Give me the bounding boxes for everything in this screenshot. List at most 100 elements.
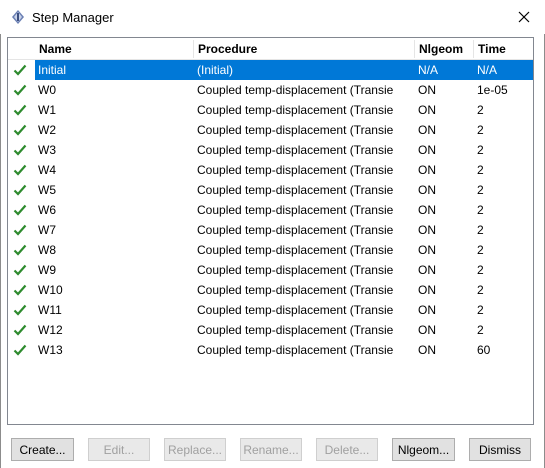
cell-time: 2 — [477, 263, 484, 277]
cell-time: 2 — [477, 163, 484, 177]
cell-procedure: Coupled temp-displacement (Transie — [197, 143, 394, 157]
row-cells: W6 Coupled temp-displacement (Transie ON 2 — [35, 200, 533, 220]
row-cells: Initial (Initial) N/A N/A — [35, 60, 533, 80]
table-row[interactable]: W6 Coupled temp-displacement (Transie ON 2 — [8, 200, 533, 220]
table-row[interactable]: W0 Coupled temp-displacement (Transie ON 1e… — [8, 80, 533, 100]
cell-nlgeom: ON — [418, 343, 436, 357]
cell-procedure: Coupled temp-displacement (Transie — [197, 223, 394, 237]
table-row[interactable]: W7 Coupled temp-displacement (Transie ON 2 — [8, 220, 533, 240]
cell-procedure: Coupled temp-displacement (Transie — [197, 303, 394, 317]
cell-procedure: Coupled temp-displacement (Transie — [197, 203, 394, 217]
cell-nlgeom: ON — [418, 123, 436, 137]
table-row[interactable]: W9 Coupled temp-displacement (Transie ON 2 — [8, 260, 533, 280]
cell-name: W10 — [38, 283, 63, 297]
cell-name: W4 — [38, 163, 56, 177]
cell-time: 2 — [477, 203, 484, 217]
table-row[interactable]: W5 Coupled temp-displacement (Transie ON 2 — [8, 180, 533, 200]
table-row[interactable]: W10 Coupled temp-displacement (Transie ON 2 — [8, 280, 533, 300]
table-row[interactable]: W3 Coupled temp-displacement (Transie ON 2 — [8, 140, 533, 160]
cell-time: 60 — [477, 343, 491, 357]
cell-nlgeom: ON — [418, 143, 436, 157]
cell-name: W0 — [38, 83, 56, 97]
cell-procedure: Coupled temp-displacement (Transie — [197, 163, 394, 177]
dismiss-button[interactable]: Dismiss — [469, 438, 531, 461]
check-icon — [13, 224, 27, 236]
check-icon — [13, 344, 27, 356]
cell-time: 1e-05 — [477, 83, 508, 97]
check-icon — [13, 204, 27, 216]
cell-nlgeom: ON — [418, 203, 436, 217]
check-icon — [13, 244, 27, 256]
table-row[interactable]: W2 Coupled temp-displacement (Transie ON 2 — [8, 120, 533, 140]
check-icon — [13, 124, 27, 136]
window-border-left — [0, 34, 1, 468]
cell-name: W1 — [38, 103, 56, 117]
row-cells: W7 Coupled temp-displacement (Transie ON 2 — [35, 220, 533, 240]
table-header: Name Procedure Nlgeom Time — [8, 38, 533, 60]
nlgeom-button[interactable]: Nlgeom... — [392, 438, 455, 461]
create-button[interactable]: Create... — [11, 438, 74, 461]
cell-time: 2 — [477, 243, 484, 257]
check-icon — [13, 164, 27, 176]
cell-name: W11 — [38, 303, 62, 317]
row-cells: W9 Coupled temp-displacement (Transie ON 2 — [35, 260, 533, 280]
check-icon — [13, 184, 27, 196]
cell-procedure: Coupled temp-displacement (Transie — [197, 243, 394, 257]
check-icon — [13, 324, 27, 336]
cell-name: W3 — [38, 143, 56, 157]
cell-name: W9 — [38, 263, 56, 277]
row-cells: W8 Coupled temp-displacement (Transie ON 2 — [35, 240, 533, 260]
cell-nlgeom: N/A — [418, 63, 439, 77]
row-cells: W5 Coupled temp-displacement (Transie ON 2 — [35, 180, 533, 200]
cell-procedure: Coupled temp-displacement (Transie — [197, 183, 394, 197]
check-icon — [13, 284, 27, 296]
column-header-nlgeom[interactable]: Nlgeom — [415, 38, 473, 60]
cell-name: W5 — [38, 183, 56, 197]
cell-time: 2 — [477, 283, 484, 297]
cell-name: W13 — [38, 343, 63, 357]
column-header-procedure[interactable]: Procedure — [194, 38, 414, 60]
check-icon — [13, 64, 27, 76]
table-row[interactable]: Initial (Initial) N/A N/A — [8, 60, 533, 80]
cell-nlgeom: ON — [418, 283, 436, 297]
cell-nlgeom: ON — [418, 163, 436, 177]
delete-button[interactable]: Delete... — [316, 438, 378, 461]
check-icon — [13, 264, 27, 276]
cell-nlgeom: ON — [418, 103, 436, 117]
row-cells: W11 Coupled temp-displacement (Transie ON 2 — [35, 300, 533, 320]
cell-time: 2 — [477, 323, 484, 337]
column-header-time[interactable]: Time — [474, 38, 533, 60]
cell-nlgeom: ON — [418, 303, 436, 317]
row-cells: W12 Coupled temp-displacement (Transie ON 2 — [35, 320, 533, 340]
cell-name: W2 — [38, 123, 56, 137]
cell-procedure: Coupled temp-displacement (Transie — [197, 103, 394, 117]
row-cells: W13 Coupled temp-displacement (Transie ON 6… — [35, 340, 533, 360]
table-row[interactable]: W8 Coupled temp-displacement (Transie ON 2 — [8, 240, 533, 260]
cell-name: W8 — [38, 243, 56, 257]
cell-time: 2 — [477, 103, 484, 117]
column-header-name[interactable]: Name — [35, 38, 193, 60]
cell-time: 2 — [477, 223, 484, 237]
cell-nlgeom: ON — [418, 243, 436, 257]
cell-procedure: Coupled temp-displacement (Transie — [197, 83, 394, 97]
table-row[interactable]: W4 Coupled temp-displacement (Transie ON 2 — [8, 160, 533, 180]
rename-button[interactable]: Rename... — [240, 438, 302, 461]
table-row[interactable]: W11 Coupled temp-displacement (Transie ON 2 — [8, 300, 533, 320]
table-row[interactable]: W13 Coupled temp-displacement (Transie ON 6… — [8, 340, 533, 360]
check-icon — [13, 104, 27, 116]
close-button[interactable] — [512, 6, 536, 28]
replace-button[interactable]: Replace... — [164, 438, 226, 461]
cell-nlgeom: ON — [418, 83, 436, 97]
close-icon — [518, 11, 530, 23]
cell-time: 2 — [477, 183, 484, 197]
check-icon — [13, 144, 27, 156]
cell-name: W7 — [38, 223, 56, 237]
cell-nlgeom: ON — [418, 223, 436, 237]
cell-procedure: Coupled temp-displacement (Transie — [197, 283, 394, 297]
cell-procedure: (Initial) — [197, 63, 234, 77]
step-table[interactable]: Name Procedure Nlgeom Time Initial (Initi… — [7, 37, 534, 425]
table-row[interactable]: W1 Coupled temp-displacement (Transie ON 2 — [8, 100, 533, 120]
table-row[interactable]: W12 Coupled temp-displacement (Transie ON 2 — [8, 320, 533, 340]
cell-time: 2 — [477, 123, 484, 137]
edit-button[interactable]: Edit... — [88, 438, 150, 461]
